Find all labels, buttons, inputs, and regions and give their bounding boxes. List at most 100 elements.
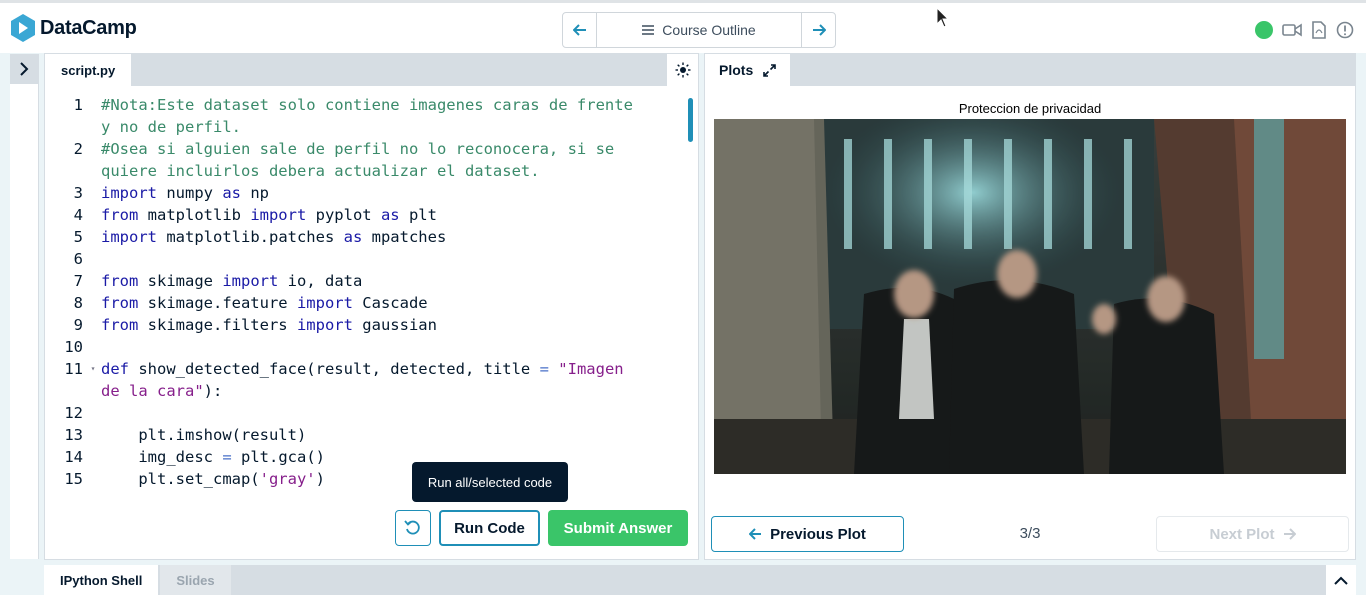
line-number: 11 xyxy=(64,360,83,378)
code-line[interactable]: 2 #Osea si alguien sale de perfil no lo r… xyxy=(45,138,685,160)
code-text: from skimage.filters import gaussian xyxy=(101,314,437,336)
editor-tabbar: script.py xyxy=(45,54,698,86)
editor-scrollbar[interactable] xyxy=(686,94,696,494)
code-line[interactable]: 15 plt.set_cmap('gray') xyxy=(45,468,685,490)
code-line[interactable]: 14 img_desc = plt.gca() xyxy=(45,446,685,468)
code-token: numpy xyxy=(157,184,223,202)
fold-gutter xyxy=(85,204,101,226)
fold-gutter xyxy=(85,182,101,204)
previous-plot-label: Previous Plot xyxy=(770,525,866,543)
code-token: plt.gca() xyxy=(231,448,325,466)
fold-gutter xyxy=(85,446,101,468)
code-line[interactable]: 3 import numpy as np xyxy=(45,182,685,204)
code-token: #Osea si alguien sale de perfil no lo re… xyxy=(101,140,615,158)
code-token: as xyxy=(222,184,241,202)
code-token: de la cara" xyxy=(101,382,204,400)
code-token: import xyxy=(296,316,353,334)
code-token: quiere incluirlos debera actualizar el d… xyxy=(101,162,540,180)
code-token: pyplot xyxy=(306,206,381,224)
code-text: from skimage import io, data xyxy=(101,270,362,292)
code-token: Cascade xyxy=(352,294,428,312)
code-line[interactable]: 11 ▾ def show_detected_face(result, detect… xyxy=(45,358,685,380)
code-line[interactable]: 10 xyxy=(45,336,685,358)
code-token: matplotlib.patches xyxy=(157,228,344,246)
fold-gutter xyxy=(85,424,101,446)
submit-answer-button[interactable]: Submit Answer xyxy=(548,510,688,546)
code-token: gaussian xyxy=(352,316,437,334)
previous-plot-button[interactable]: Previous Plot xyxy=(711,516,904,552)
code-line[interactable]: 8 from skimage.feature import Cascade xyxy=(45,292,685,314)
editor-scrollbar-thumb[interactable] xyxy=(688,98,693,142)
expand-sidebar-button[interactable] xyxy=(10,54,39,84)
toggle-console-button[interactable] xyxy=(1326,565,1356,595)
line-number xyxy=(45,160,85,182)
code-text: #Nota:Este dataset solo contiene imagene… xyxy=(101,94,633,116)
blurred-faces-photo xyxy=(714,119,1346,474)
app-name: DataCamp xyxy=(40,16,137,39)
previous-exercise-button[interactable] xyxy=(563,13,597,47)
fold-gutter xyxy=(85,138,101,160)
code-line[interactable]: 13 plt.imshow(result) xyxy=(45,424,685,446)
line-number: 8 xyxy=(73,294,83,312)
code-token: import xyxy=(296,294,353,312)
code-line[interactable]: 4 from matplotlib import pyplot as plt xyxy=(45,204,685,226)
line-number: 3 xyxy=(73,184,83,202)
code-token: plt.imshow(result) xyxy=(101,426,307,444)
code-line[interactable]: 6 xyxy=(45,248,685,270)
course-outline-label: Course Outline xyxy=(662,22,756,38)
code-line[interactable]: 7 from skimage import io, data xyxy=(45,270,685,292)
pdf-icon[interactable] xyxy=(1311,21,1327,39)
run-code-button[interactable]: Run Code xyxy=(439,510,540,546)
code-token: skimage xyxy=(138,272,223,290)
tab-slides[interactable]: Slides xyxy=(160,565,231,595)
code-token: as xyxy=(380,206,400,224)
code-token: = xyxy=(222,448,232,466)
fold-gutter xyxy=(85,160,101,182)
fold-gutter xyxy=(85,116,101,138)
code-token: img_desc xyxy=(101,448,223,466)
theme-toggle-button[interactable] xyxy=(666,54,698,86)
code-token: ): xyxy=(203,382,223,400)
tab-script-py[interactable]: script.py xyxy=(45,54,132,86)
sun-icon xyxy=(675,62,690,78)
chevron-up-icon xyxy=(1334,576,1348,585)
fold-gutter xyxy=(85,248,101,270)
expand-icon[interactable] xyxy=(763,63,777,77)
code-text: plt.title(title) xyxy=(101,490,287,494)
code-text: import numpy as np xyxy=(101,182,269,204)
fold-gutter xyxy=(85,292,101,314)
video-icon[interactable] xyxy=(1282,23,1302,37)
line-number: 12 xyxy=(64,404,83,422)
line-number xyxy=(45,116,85,138)
tab-ipython-shell[interactable]: IPython Shell xyxy=(44,565,159,595)
line-number: 7 xyxy=(73,272,83,290)
code-line[interactable]: 1 #Nota:Este dataset solo contiene imagen… xyxy=(45,94,685,116)
line-number: 6 xyxy=(73,250,83,268)
tab-plots[interactable]: Plots xyxy=(705,54,791,86)
course-outline-button[interactable]: Course Outline xyxy=(597,13,801,47)
next-plot-label: Next Plot xyxy=(1209,525,1275,543)
code-line[interactable]: de la cara"): xyxy=(45,380,685,402)
alert-icon[interactable] xyxy=(1336,21,1354,39)
arrow-right-icon xyxy=(812,24,826,36)
reset-code-button[interactable] xyxy=(395,510,431,546)
code-token: 'gray' xyxy=(259,470,316,488)
code-line[interactable]: 12 xyxy=(45,402,685,424)
next-exercise-button[interactable] xyxy=(801,13,835,47)
code-editor[interactable]: 1 #Nota:Este dataset solo contiene imagen… xyxy=(45,94,685,494)
code-token: matplotlib xyxy=(138,206,251,224)
code-token: from xyxy=(101,206,139,224)
code-line[interactable]: 9 from skimage.filters import gaussian xyxy=(45,314,685,336)
menu-icon xyxy=(642,25,655,35)
arrow-right-icon xyxy=(1283,528,1296,540)
datacamp-logo[interactable]: DataCamp xyxy=(10,13,137,43)
code-line[interactable]: y no de perfil. xyxy=(45,116,685,138)
datacamp-logo-icon xyxy=(11,14,35,42)
next-plot-button[interactable]: Next Plot xyxy=(1156,516,1349,552)
fold-caret-icon[interactable]: ▾ xyxy=(85,358,101,380)
code-token: plt xyxy=(399,206,437,224)
code-line[interactable]: 16 plt.title(title) xyxy=(45,490,685,494)
fold-gutter xyxy=(85,314,101,336)
code-line[interactable]: 5 import matplotlib.patches as mpatches xyxy=(45,226,685,248)
code-line[interactable]: quiere incluirlos debera actualizar el d… xyxy=(45,160,685,182)
